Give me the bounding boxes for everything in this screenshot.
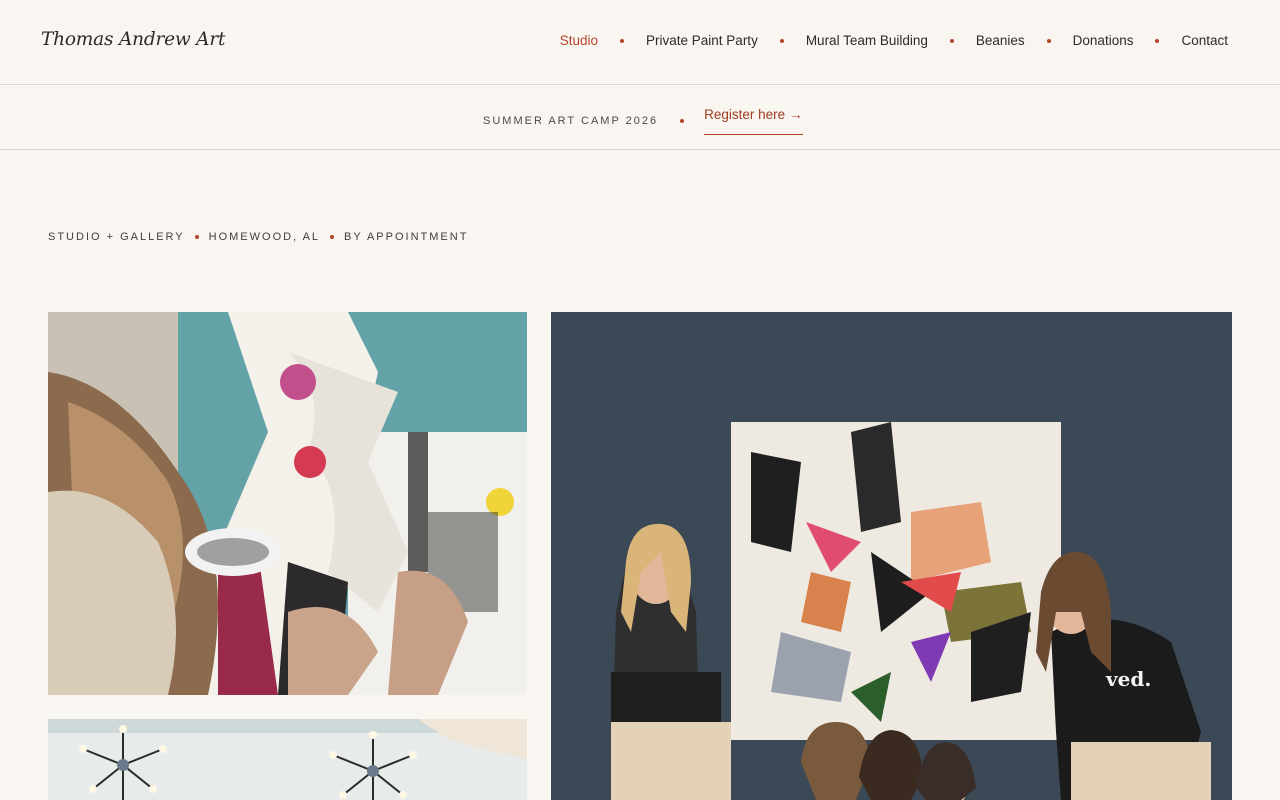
svg-text:ved.: ved. <box>1105 667 1151 691</box>
register-link[interactable]: Register here → <box>704 107 803 135</box>
nav-beanies[interactable]: Beanies <box>976 33 1025 48</box>
site-logo[interactable]: Thomas Andrew Art <box>41 29 225 50</box>
mural-painting-image <box>48 312 527 695</box>
separator-dot <box>194 235 199 239</box>
separator-dot <box>1046 38 1051 43</box>
register-link-label: Register here <box>704 107 786 122</box>
main-menu: Studio Private Paint Party Mural Team Bu… <box>560 33 1228 48</box>
announcement-banner: SUMMER ART CAMP 2026 Register here → <box>0 85 1280 150</box>
separator-dot <box>949 38 954 43</box>
studio-meta: STUDIO + GALLERY HOMEWOOD, AL BY APPOINT… <box>48 231 468 243</box>
nav-mural-team-building[interactable]: Mural Team Building <box>806 33 928 48</box>
separator-dot <box>620 38 625 43</box>
banner-text: SUMMER ART CAMP 2026 <box>483 115 659 127</box>
mural-painting-photo <box>48 312 527 695</box>
meta-location: HOMEWOOD, AL <box>208 231 321 243</box>
nav-contact[interactable]: Contact <box>1181 33 1228 48</box>
studio-ceiling-image <box>48 719 527 800</box>
group-with-painting-photo: ved. <box>551 312 1232 800</box>
nav-donations[interactable]: Donations <box>1073 33 1134 48</box>
top-navigation: Thomas Andrew Art Studio Private Paint P… <box>0 0 1280 85</box>
separator-dot <box>779 38 784 43</box>
separator-dot <box>680 119 685 123</box>
nav-private-paint-party[interactable]: Private Paint Party <box>646 33 758 48</box>
separator-dot <box>1155 38 1160 43</box>
meta-studio-gallery: STUDIO + GALLERY <box>48 231 185 243</box>
meta-appointment: BY APPOINTMENT <box>344 231 469 243</box>
separator-dot <box>330 235 335 239</box>
nav-studio[interactable]: Studio <box>560 33 598 48</box>
arrow-right-icon: → <box>789 107 803 122</box>
studio-ceiling-photo <box>48 719 527 800</box>
group-with-painting-image: ved. <box>551 312 1232 800</box>
